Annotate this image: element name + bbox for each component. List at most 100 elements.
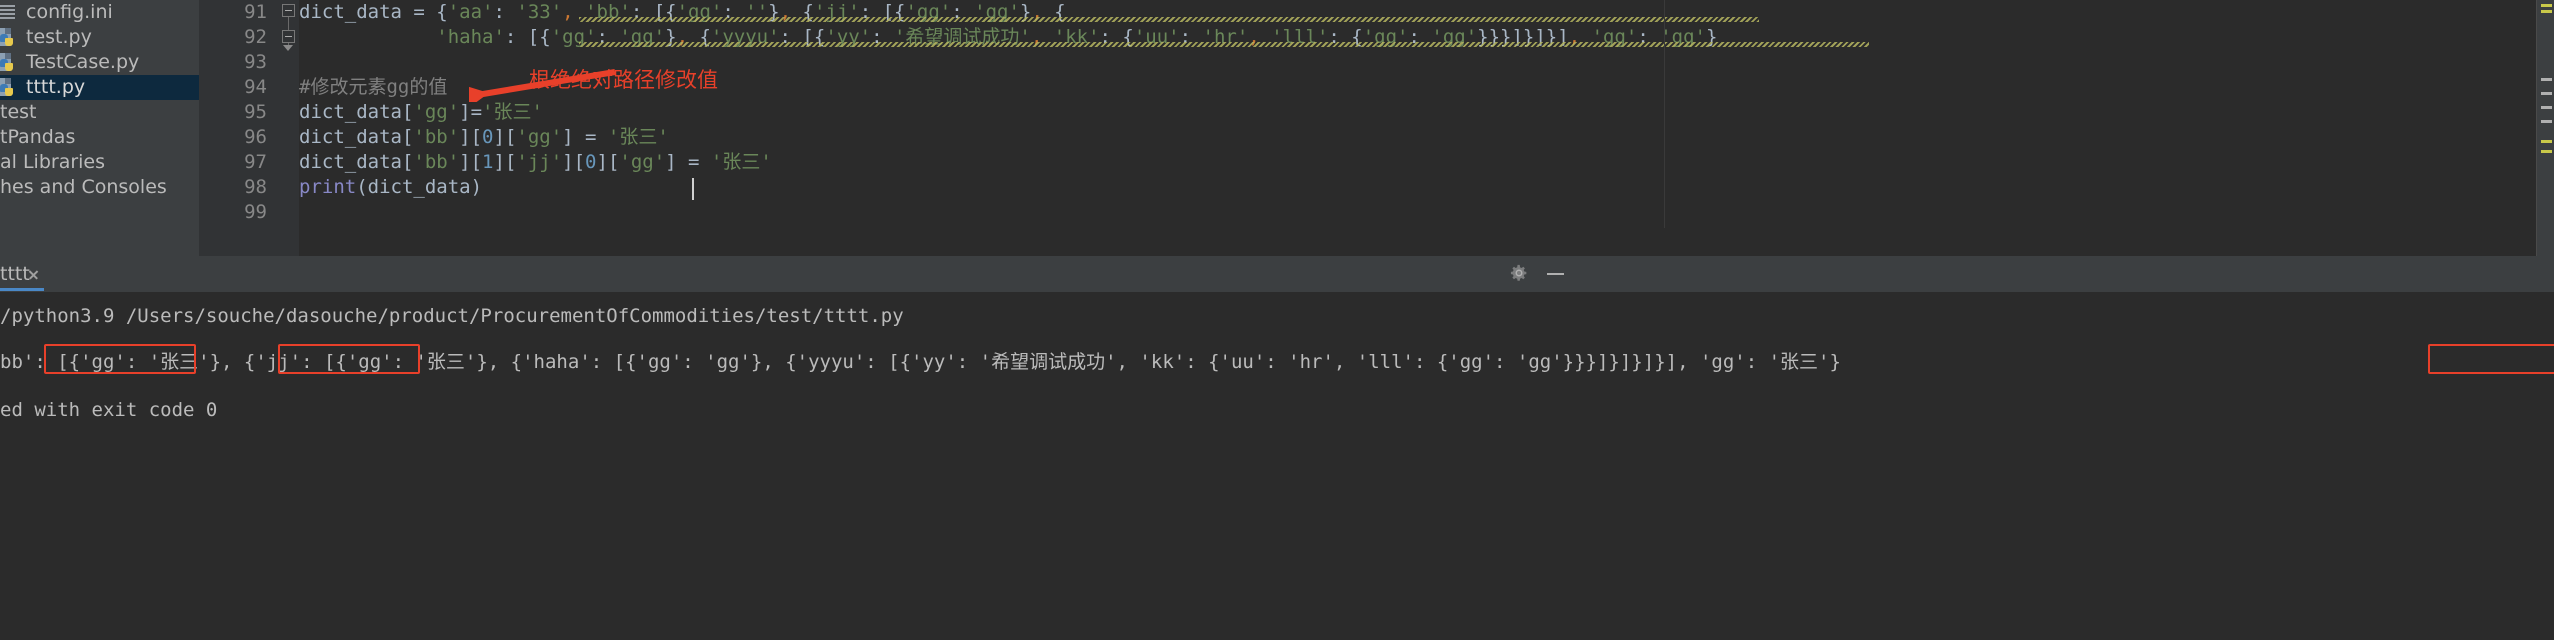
active-tab-underline bbox=[0, 288, 44, 291]
analysis-change-mark[interactable] bbox=[2541, 120, 2552, 123]
code-analysis-strip[interactable] bbox=[2537, 0, 2554, 256]
close-icon[interactable] bbox=[28, 269, 39, 280]
code-line-97[interactable]: dict_data['bb'][1]['jj'][0]['gg'] = '张三' bbox=[299, 150, 772, 175]
code-token: dict_data = bbox=[299, 1, 437, 23]
analysis-warning-mark[interactable] bbox=[2541, 140, 2552, 143]
code-token: 'gg' bbox=[516, 126, 563, 148]
code-token: 'bb' bbox=[413, 151, 460, 173]
code-token: 'aa' bbox=[447, 1, 494, 23]
sidebar-item-label: hes and Consoles bbox=[0, 176, 167, 198]
gear-icon[interactable] bbox=[1508, 262, 1530, 284]
analysis-change-mark[interactable] bbox=[2541, 92, 2552, 95]
sidebar-item-label: tPandas bbox=[0, 126, 76, 148]
code-token: 'gg' bbox=[619, 151, 666, 173]
sidebar-item-tpandas[interactable]: tPandas bbox=[0, 125, 199, 150]
run-tab-tttt[interactable]: tttt bbox=[0, 262, 30, 286]
python-file-icon bbox=[0, 77, 22, 99]
code-line-94[interactable]: #修改元素gg的值 bbox=[299, 75, 447, 100]
code-token: 'jj' bbox=[516, 151, 563, 173]
console-line-1: /python3.9 /Users/souche/dasouche/produc… bbox=[0, 305, 904, 327]
code-token: ][ bbox=[459, 126, 483, 148]
sidebar-item-test[interactable]: test bbox=[0, 100, 199, 125]
code-editor[interactable]: 91 92 93 94 95 96 97 98 99 dict_data = {'aa': '3… bbox=[199, 0, 2554, 256]
analysis-warning-mark[interactable] bbox=[2541, 150, 2552, 153]
analysis-warning-mark[interactable] bbox=[2541, 4, 2552, 7]
line-number-94: 94 bbox=[244, 76, 267, 98]
warning-squiggle-line-92 bbox=[579, 42, 1869, 47]
fold-arrow-icon bbox=[283, 45, 293, 51]
sidebar-item-tttt-py[interactable]: tttt.py bbox=[0, 75, 199, 100]
code-token: dict_data[ bbox=[299, 151, 414, 173]
line-number-92: 92 bbox=[244, 26, 267, 48]
code-token: '33' bbox=[516, 1, 563, 23]
line-number-98: 98 bbox=[244, 176, 267, 198]
code-token: #修改元素gg的值 bbox=[299, 76, 448, 98]
code-line-98[interactable]: print(dict_data) bbox=[299, 175, 482, 200]
run-tab-bar: tttt bbox=[0, 256, 2554, 292]
line-number-gutter: 91 92 93 94 95 96 97 98 99 bbox=[199, 0, 277, 256]
project-tool-window[interactable]: config.ini test.py TestCase.py tttt.py test t… bbox=[0, 0, 199, 256]
highlight-box-gg-zhangsan-3 bbox=[2428, 344, 2554, 374]
code-folding-column[interactable] bbox=[277, 0, 299, 256]
line-number-95: 95 bbox=[244, 101, 267, 123]
code-token: print bbox=[299, 176, 357, 198]
code-token: 'haha' bbox=[436, 26, 505, 48]
analysis-change-mark[interactable] bbox=[2541, 78, 2552, 81]
sidebar-item-label: tttt.py bbox=[26, 76, 86, 98]
code-token: 'gg' bbox=[413, 101, 460, 123]
fold-marker-line-91[interactable] bbox=[282, 4, 295, 17]
code-token: 0 bbox=[482, 126, 494, 148]
line-number-99: 99 bbox=[244, 201, 267, 223]
line-number-91: 91 bbox=[244, 1, 267, 23]
warning-squiggle-line-91 bbox=[579, 17, 1759, 22]
code-token: '张三' bbox=[482, 101, 543, 123]
code-token: 1 bbox=[482, 151, 494, 173]
code-token: ] = bbox=[562, 126, 608, 148]
code-line-95[interactable]: dict_data['gg']='张三' bbox=[299, 100, 543, 125]
analysis-change-mark[interactable] bbox=[2541, 106, 2552, 109]
code-token: '张三' bbox=[710, 151, 772, 173]
sidebar-item-testcase-py[interactable]: TestCase.py bbox=[0, 50, 199, 75]
sidebar-item-label: al Libraries bbox=[0, 151, 106, 173]
sidebar-item-hes-and-consoles[interactable]: hes and Consoles bbox=[0, 175, 199, 200]
fold-marker-line-92[interactable] bbox=[282, 30, 295, 43]
code-line-96[interactable]: dict_data['bb'][0]['gg'] = '张三' bbox=[299, 125, 669, 150]
minimize-icon[interactable] bbox=[1545, 262, 1567, 284]
sidebar-item-label: test bbox=[0, 101, 37, 123]
annotation-text: 根绝绝对路径修改值 bbox=[529, 68, 718, 92]
code-token: ][ bbox=[493, 126, 517, 148]
code-token: dict_data[ bbox=[299, 126, 414, 148]
code-token: 0 bbox=[585, 151, 597, 173]
line-number-93: 93 bbox=[244, 51, 267, 73]
code-token: ][ bbox=[596, 151, 620, 173]
console-line-2: bb': [{'gg': '张三'}, {'jj': [{'gg': '张三'}… bbox=[0, 351, 1841, 373]
sidebar-item-label: TestCase.py bbox=[26, 51, 140, 73]
ini-file-icon bbox=[0, 2, 22, 24]
sidebar-item-label: config.ini bbox=[26, 1, 113, 23]
line-number-97: 97 bbox=[244, 151, 267, 173]
code-token: ] = bbox=[665, 151, 711, 173]
console-line-3: ed with exit code 0 bbox=[0, 399, 218, 421]
text-caret bbox=[692, 178, 694, 200]
pycharm-window: config.ini test.py TestCase.py tttt.py test t… bbox=[0, 0, 2554, 640]
analysis-warning-mark[interactable] bbox=[2541, 10, 2552, 13]
code-token: dict_data[ bbox=[299, 101, 414, 123]
code-token: '张三' bbox=[607, 126, 669, 148]
code-token: : [{ bbox=[504, 26, 551, 48]
sidebar-item-test-py[interactable]: test.py bbox=[0, 25, 199, 50]
sidebar-item-config-ini[interactable]: config.ini bbox=[0, 0, 199, 25]
code-token: 'bb' bbox=[413, 126, 460, 148]
sidebar-item-al-libraries[interactable]: al Libraries bbox=[0, 150, 199, 175]
python-file-icon bbox=[0, 52, 22, 74]
code-token: ][ bbox=[562, 151, 586, 173]
code-token: , bbox=[562, 1, 574, 23]
code-token: ][ bbox=[493, 151, 517, 173]
right-margin-guide bbox=[1664, 0, 1665, 228]
run-tool-window: tttt /python3.9 /Users/souche/dasouche/p… bbox=[0, 256, 2554, 640]
code-text[interactable]: dict_data = {'aa': '33', 'bb': [{'gg': '… bbox=[299, 0, 2554, 256]
code-token: ][ bbox=[459, 151, 483, 173]
console-output[interactable]: /python3.9 /Users/souche/dasouche/produc… bbox=[0, 292, 2554, 640]
code-token: { bbox=[436, 1, 448, 23]
code-token: ]= bbox=[459, 101, 483, 123]
